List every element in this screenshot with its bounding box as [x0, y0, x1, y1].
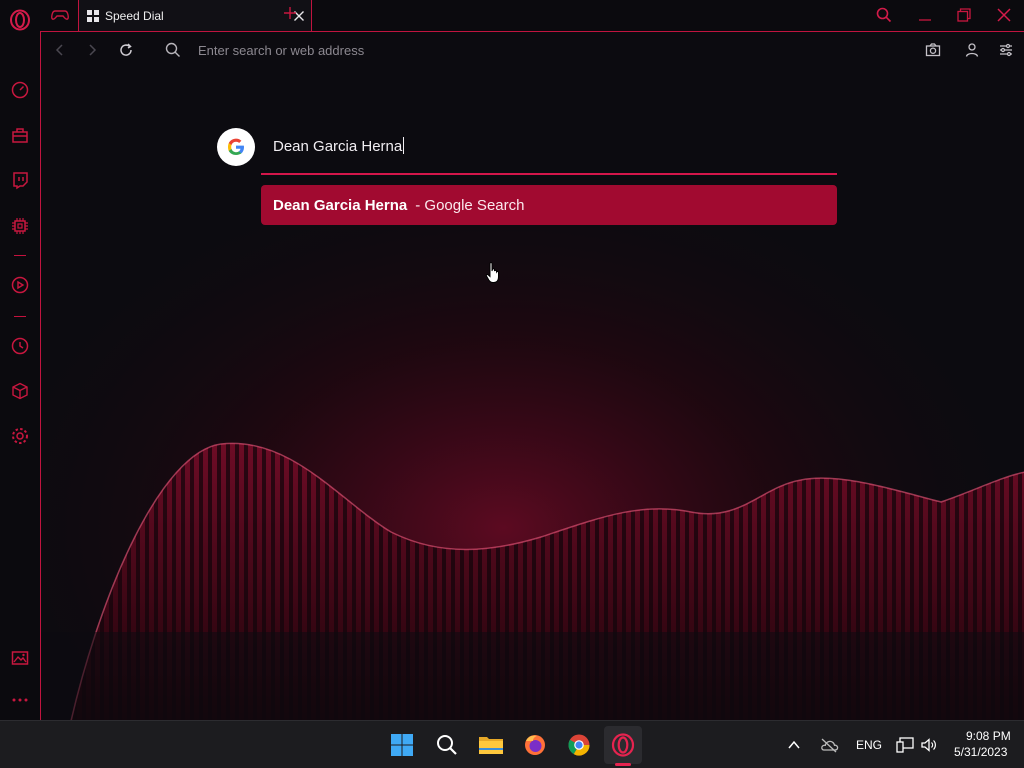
volume-icon[interactable] — [918, 731, 940, 759]
tab-speed-dial[interactable]: Speed Dial — [78, 0, 312, 31]
more-icon[interactable] — [8, 688, 32, 712]
speedometer-icon[interactable] — [8, 78, 32, 102]
history-icon[interactable] — [8, 334, 32, 358]
gamepad-icon[interactable] — [50, 6, 70, 24]
text-caret — [403, 137, 405, 154]
show-hidden-icons-icon[interactable] — [784, 731, 804, 759]
opera-sidebar — [0, 0, 40, 720]
clock-date[interactable]: 5/31/2023 — [954, 745, 1007, 759]
chrome-icon[interactable] — [565, 731, 593, 759]
camera-icon[interactable] — [925, 42, 941, 58]
player-icon[interactable] — [8, 273, 32, 297]
easy-setup-icon[interactable] — [998, 42, 1014, 58]
search-icon — [165, 42, 181, 58]
search-suggestion[interactable]: Dean Garcia Herna - Google Search — [261, 185, 837, 225]
address-bar: Enter search or web address — [41, 32, 1024, 70]
network-icon[interactable] — [894, 731, 916, 759]
google-logo-icon — [217, 128, 255, 166]
opera-logo-icon[interactable] — [8, 8, 32, 32]
onedrive-offline-icon[interactable] — [817, 731, 841, 759]
search-tabs-icon[interactable] — [876, 7, 892, 23]
settings-icon[interactable] — [8, 424, 32, 448]
windows-start-icon[interactable] — [388, 731, 416, 759]
firefox-icon[interactable] — [521, 731, 549, 759]
address-input[interactable]: Enter search or web address — [198, 43, 364, 58]
forward-icon[interactable] — [85, 43, 99, 57]
sidebar-divider — [14, 255, 26, 256]
wallpaper-icon[interactable] — [8, 646, 32, 670]
active-app-indicator — [615, 763, 631, 766]
account-icon[interactable] — [964, 42, 980, 58]
close-window-icon[interactable] — [997, 8, 1011, 22]
language-indicator[interactable]: ENG — [856, 738, 882, 752]
tab-strip: Speed Dial — [40, 0, 1024, 31]
opera-gx-taskbar-icon[interactable] — [604, 726, 642, 764]
speed-dial-grid-icon — [87, 9, 99, 22]
restore-icon[interactable] — [957, 8, 971, 22]
suggestion-query: Dean Garcia Herna — [273, 196, 408, 214]
taskbar-search-icon[interactable] — [433, 731, 461, 759]
twitch-icon[interactable] — [8, 168, 32, 192]
suggestion-suffix: - Google Search — [415, 196, 525, 214]
hand-cursor-icon — [485, 261, 503, 285]
back-icon[interactable] — [53, 43, 67, 57]
sidebar-divider — [14, 316, 26, 317]
minimize-icon[interactable] — [918, 8, 932, 22]
windows-taskbar: ENG 9:08 PM 5/31/2023 — [0, 720, 1024, 768]
search-underline — [261, 173, 837, 175]
wallpaper-waves — [41, 32, 1024, 720]
new-tab-icon[interactable] — [283, 6, 297, 20]
file-explorer-icon[interactable] — [477, 731, 505, 759]
tab-title: Speed Dial — [105, 8, 164, 23]
reload-icon[interactable] — [118, 42, 134, 58]
clock-time[interactable]: 9:08 PM — [966, 729, 1011, 743]
chip-icon[interactable] — [8, 214, 32, 238]
speed-dial-page: Enter search or web address Dean Garcia … — [40, 31, 1024, 720]
search-input[interactable]: Dean Garcia Herna — [273, 137, 405, 155]
cube-icon[interactable] — [8, 379, 32, 403]
shopping-bag-icon[interactable] — [8, 123, 32, 147]
